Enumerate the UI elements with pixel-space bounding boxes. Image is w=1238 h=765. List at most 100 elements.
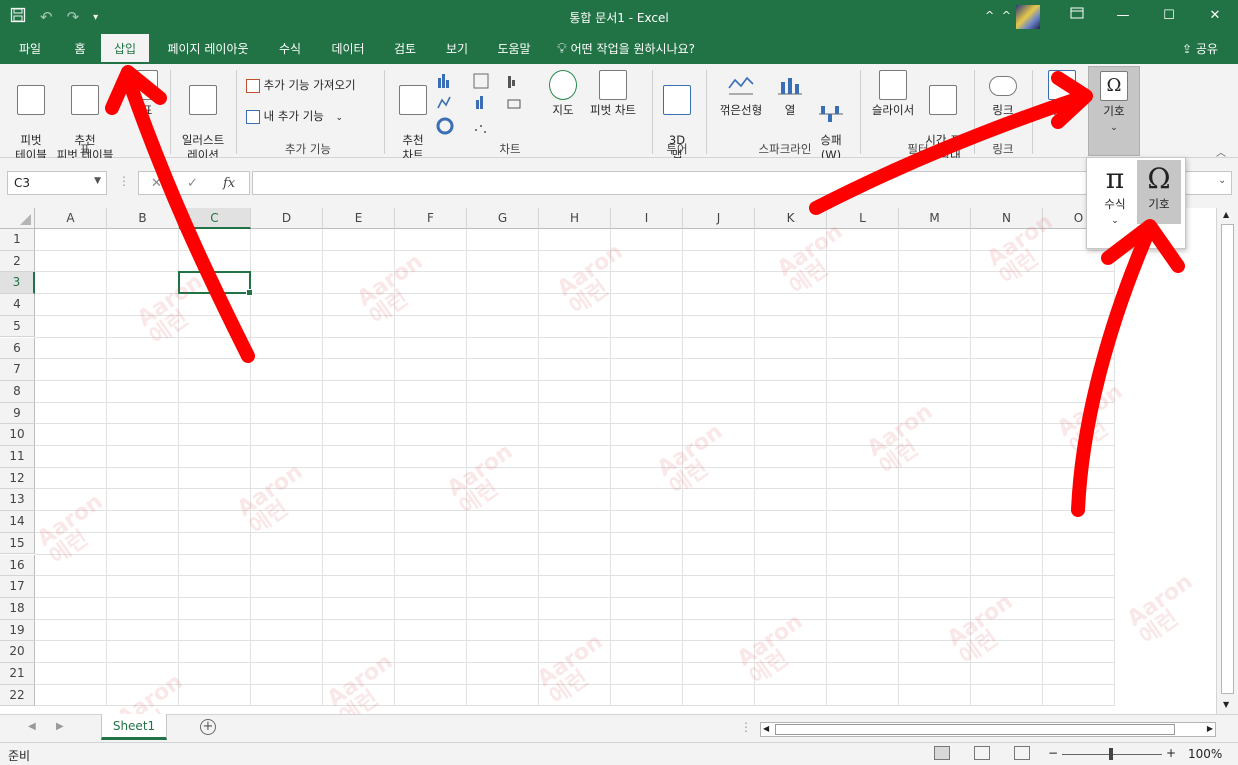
tab-data[interactable]: 데이터 [322, 34, 374, 64]
maps-button[interactable]: 지도 [546, 70, 580, 118]
column-header[interactable]: F [395, 208, 467, 229]
tab-home[interactable]: 홈 [62, 34, 98, 64]
worksheet-grid[interactable]: A B C D E F G H I J K L M N O 1 2 3 4 5 6 7 8 9 10 11 12 13 14 15 16 17… [0, 208, 1216, 714]
select-all-button[interactable] [0, 208, 35, 229]
scroll-thumb[interactable] [1221, 224, 1234, 694]
maximize-icon[interactable]: ☐ [1146, 0, 1192, 34]
get-addins-button[interactable]: 추가 기능 가져오기 [246, 78, 374, 93]
scroll-up-icon[interactable]: ▲ [1223, 210, 1229, 219]
row-header[interactable]: 4 [0, 294, 35, 316]
vertical-scrollbar[interactable]: ▲ ▼ [1216, 208, 1238, 714]
cancel-icon[interactable]: ✕ [151, 176, 162, 191]
row-header[interactable]: 6 [0, 337, 35, 360]
tab-formulas[interactable]: 수식 [268, 34, 312, 64]
row-header[interactable]: 19 [0, 619, 35, 642]
column-header[interactable]: B [107, 208, 179, 229]
ribbon-display-icon[interactable] [1054, 0, 1100, 34]
page-break-view-icon[interactable] [1014, 746, 1030, 760]
row-header[interactable]: 16 [0, 554, 35, 577]
row-header[interactable]: 20 [0, 641, 35, 663]
tab-insert[interactable]: 삽입 [101, 34, 149, 64]
column-header[interactable]: E [323, 208, 395, 229]
recommended-charts-button[interactable]: 추천 차트 [392, 70, 434, 163]
pivot-chart-button[interactable]: 피벗 차트 [584, 70, 642, 118]
row-header[interactable]: 10 [0, 424, 35, 446]
tab-page-layout[interactable]: 페이지 레이아웃 [160, 34, 256, 64]
share-button[interactable]: ⇪ 공유 [1182, 34, 1218, 64]
zoom-in-icon[interactable]: + [1166, 746, 1176, 760]
scroll-right-icon[interactable]: ▶ [1207, 724, 1213, 733]
row-header[interactable]: 7 [0, 359, 35, 381]
row-header[interactable]: 11 [0, 446, 35, 468]
column-header[interactable]: D [251, 208, 323, 229]
formula-input[interactable] [252, 171, 1232, 195]
symbols-button[interactable]: Ω 기호 ⌄ [1088, 66, 1140, 156]
column-header[interactable]: I [611, 208, 683, 229]
sheet-prev-icon[interactable]: ◀ [28, 721, 36, 732]
zoom-slider-knob[interactable] [1109, 748, 1113, 760]
row-header[interactable]: 3 [0, 272, 35, 295]
normal-view-icon[interactable] [934, 746, 950, 760]
row-header[interactable]: 18 [0, 597, 35, 620]
insert-function-icon[interactable]: fx [223, 176, 235, 191]
active-cell[interactable] [178, 271, 253, 296]
tab-review[interactable]: 검토 [384, 34, 426, 64]
collapse-ribbon-icon[interactable]: ︿ [1216, 144, 1226, 159]
avatar[interactable] [1016, 5, 1040, 29]
scroll-down-icon[interactable]: ▼ [1223, 700, 1229, 709]
name-box[interactable]: C3 ▼ [7, 171, 107, 195]
column-header[interactable]: M [899, 208, 971, 229]
column-header[interactable]: G [467, 208, 539, 229]
row-header[interactable]: 8 [0, 380, 35, 403]
column-header[interactable]: K [755, 208, 827, 229]
column-header[interactable]: J [683, 208, 755, 229]
row-header[interactable]: 5 [0, 315, 35, 338]
sparkline-line-button[interactable]: 꺾은선형 [714, 70, 768, 118]
sheet-next-icon[interactable]: ▶ [56, 721, 64, 732]
column-header[interactable]: L [827, 208, 899, 229]
hscroll-thumb[interactable] [775, 724, 1175, 735]
row-header[interactable]: 21 [0, 663, 35, 685]
sheet-tab[interactable]: Sheet1 [101, 714, 167, 740]
row-header[interactable]: 9 [0, 402, 35, 425]
text-button[interactable]: 텍스트 [1040, 70, 1084, 118]
enter-icon[interactable]: ✓ [187, 176, 198, 191]
link-button[interactable]: 링크 [982, 70, 1024, 118]
tab-file[interactable]: 파일 [8, 34, 52, 64]
slicer-button[interactable]: 슬라이서 [866, 70, 920, 118]
zoom-out-icon[interactable]: − [1048, 746, 1058, 760]
tell-me-box[interactable]: 💡︎ 어떤 작업을 원하시나요? [557, 34, 695, 64]
row-header[interactable]: 1 [0, 229, 35, 251]
horizontal-scrollbar[interactable]: ◀ ▶ [760, 722, 1216, 737]
row-header[interactable]: 22 [0, 684, 35, 707]
my-addins-button[interactable]: 내 추가 기능 ⌄ [246, 109, 356, 126]
symbol-button[interactable]: Ω 기호 [1137, 160, 1181, 224]
zoom-level[interactable]: 100% [1188, 747, 1222, 761]
column-header[interactable]: A [35, 208, 107, 229]
page-layout-view-icon[interactable] [974, 746, 990, 760]
column-header[interactable]: C [179, 208, 251, 229]
sparkline-column-button[interactable]: 열 [772, 70, 808, 118]
column-header[interactable]: H [539, 208, 611, 229]
row-header[interactable]: 2 [0, 250, 35, 273]
pivot-table-button[interactable]: 피벗 테이블 [8, 70, 54, 163]
add-sheet-icon[interactable]: + [200, 719, 216, 735]
column-header[interactable]: N [971, 208, 1043, 229]
minimize-icon[interactable]: — [1100, 0, 1146, 34]
tab-help[interactable]: 도움말 [488, 34, 540, 64]
illustrations-button[interactable]: 일러스트 레이션 [174, 70, 232, 163]
row-header[interactable]: 17 [0, 576, 35, 598]
row-header[interactable]: 13 [0, 489, 35, 512]
scroll-left-icon[interactable]: ◀ [763, 724, 769, 733]
close-icon[interactable]: ✕ [1192, 0, 1238, 34]
chevron-down-icon[interactable]: ▼ [94, 176, 101, 186]
expand-formula-icon[interactable]: ⌄ [1218, 175, 1226, 186]
table-button[interactable]: 표 [130, 70, 164, 118]
account-name[interactable]: ^ ^ [985, 9, 1013, 22]
chart-types-icon[interactable] [436, 72, 540, 142]
row-header[interactable]: 15 [0, 532, 35, 555]
equation-button[interactable]: π 수식 ⌄ [1093, 160, 1137, 226]
row-header[interactable]: 14 [0, 511, 35, 533]
tab-view[interactable]: 보기 [436, 34, 478, 64]
row-header[interactable]: 12 [0, 467, 35, 490]
